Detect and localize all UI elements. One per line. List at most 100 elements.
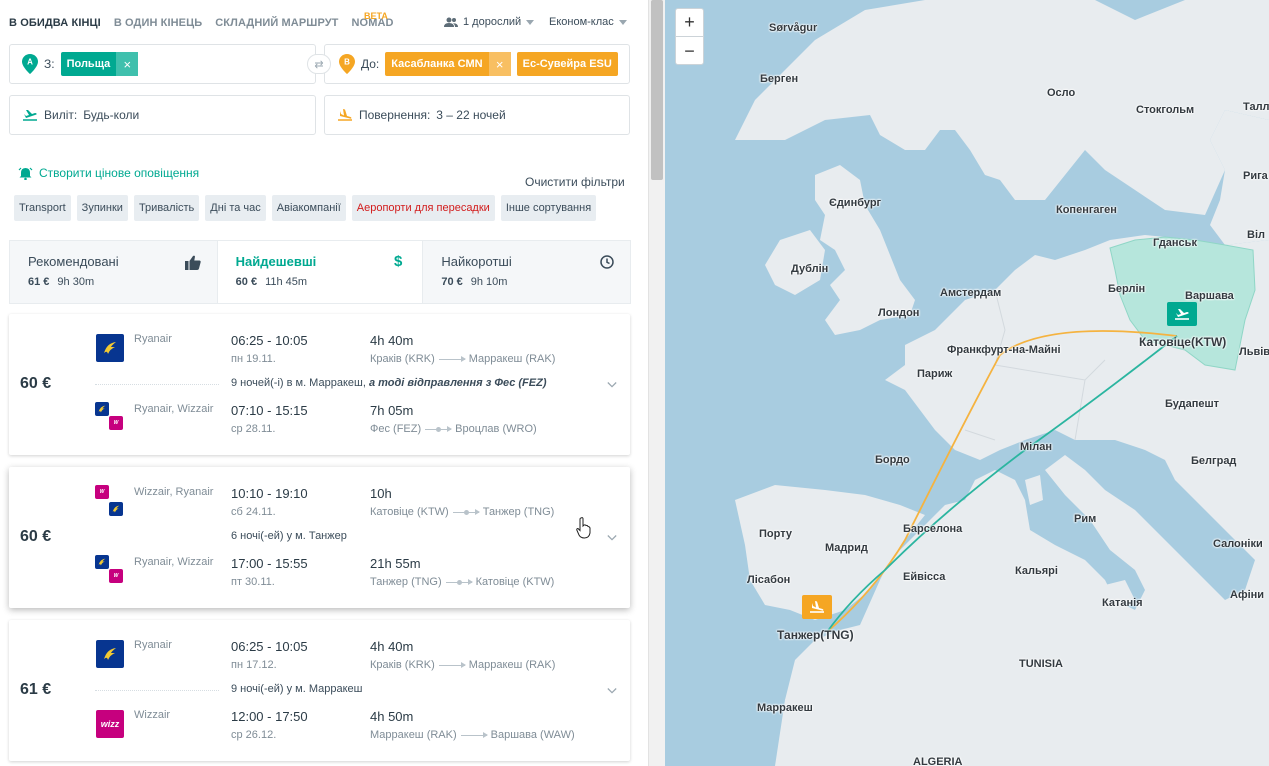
- route-arrow-icon: [438, 661, 466, 668]
- destination-field[interactable]: B До: Касабланка CMN × Ес-Сувейра ESU: [324, 44, 630, 84]
- flight-route: Краків (KRK) Марракеш (RAK): [370, 353, 555, 365]
- sort-price: 70 €: [441, 276, 463, 288]
- chevron-down-icon: [618, 19, 627, 25]
- cabin-class-value: Економ-клас: [549, 16, 614, 28]
- wizzair-logo-icon: W: [95, 485, 109, 499]
- flight-route: Марракеш (RAK) Варшава (WAW): [370, 729, 575, 741]
- filter-layover-airports[interactable]: Аеропорти для пересадки: [351, 195, 495, 221]
- result-card[interactable]: 60 € Ryanair 06:25 - 10:05 пн 19.11. 4h …: [9, 314, 630, 455]
- tab-multi-city[interactable]: Складний маршрут: [215, 17, 338, 29]
- swap-button[interactable]: ⇄: [307, 54, 331, 74]
- departure-field[interactable]: Виліт: Будь-коли: [9, 95, 316, 135]
- passengers-select[interactable]: 1 дорослий: [444, 16, 535, 28]
- plane-takeoff-icon: [23, 110, 37, 121]
- route-arrow-stop-icon: [425, 425, 453, 432]
- result-price: 60 €: [20, 375, 52, 392]
- map-city-label: Гданськ: [1153, 237, 1197, 249]
- flight-date: пт 30.11.: [231, 576, 275, 588]
- flight-route: Краків (KRK) Марракеш (RAK): [370, 659, 555, 671]
- map-city-label: Sørvågur: [769, 22, 818, 34]
- result-card[interactable]: 60 € W Wizzair, Ryanair 10:10 - 19:10 сб…: [9, 467, 630, 608]
- thumbs-up-icon: [184, 255, 201, 270]
- trip-mode-tabs: В обидва кінці В один кінець Складний ма…: [9, 17, 394, 29]
- sort-tab-recommended[interactable]: Рекомендовані 61 €9h 30m: [10, 241, 217, 303]
- origin-field[interactable]: A З: Польща ×: [9, 44, 316, 84]
- filter-duration[interactable]: Тривалість: [133, 195, 200, 221]
- plane-landing-icon: [338, 109, 352, 121]
- filter-stops[interactable]: Зупинки: [76, 195, 128, 221]
- flight-duration: 4h 40m: [370, 639, 414, 654]
- filter-days-time[interactable]: Дні та час: [205, 195, 266, 221]
- map-city-label: Львів: [1239, 346, 1269, 358]
- stay-info: 6 ночі(-ей) у м. Танжер: [231, 530, 347, 542]
- zoom-out-button[interactable]: −: [676, 37, 703, 65]
- flight-duration: 4h 50m: [370, 709, 414, 724]
- sort-tab-shortest[interactable]: Найкоротші 70 €9h 10m: [423, 241, 630, 303]
- passengers-value: 1 дорослий: [463, 16, 522, 28]
- origin-chip: Польща ×: [60, 52, 139, 76]
- map-city-label: Варшава: [1185, 290, 1234, 302]
- map-city-label: Лондон: [878, 307, 920, 319]
- origin-map-marker[interactable]: [1167, 302, 1197, 326]
- chevron-down-icon[interactable]: [607, 533, 617, 543]
- destination-map-marker[interactable]: [802, 595, 832, 619]
- route-to: Катовіце (KTW): [475, 576, 555, 588]
- chevron-down-icon[interactable]: [607, 686, 617, 696]
- airline-logos: W: [95, 555, 125, 587]
- cabin-class-select[interactable]: Економ-клас: [549, 16, 627, 28]
- airline-logos: wizz: [95, 708, 125, 740]
- map-city-label: Франкфурт-на-Майні: [947, 344, 1061, 356]
- wizzair-logo-icon: W: [109, 416, 123, 430]
- flight-duration: 10h: [370, 486, 392, 501]
- return-segment: W Ryanair, Wizzair 17:00 - 15:55 пт 30.1…: [95, 555, 615, 595]
- close-icon[interactable]: ×: [116, 52, 139, 76]
- route-from: Танжер (TNG): [370, 576, 442, 588]
- route-from: Марракеш (RAK): [370, 729, 457, 741]
- flight-times: 06:25 - 10:05: [231, 639, 308, 654]
- airline-name: Wizzair: [134, 709, 171, 721]
- route-map[interactable]: + − Sørvågur Берген Осло Стокгольм Талл …: [665, 0, 1269, 766]
- pin-b-icon: B: [339, 54, 355, 74]
- sort-tab-cheapest[interactable]: Найдешевші 60 €11h 45m $: [216, 241, 424, 303]
- flight-route: Катовіце (KTW) Танжер (TNG): [370, 506, 554, 518]
- flight-route: Фес (FEZ) Вроцлав (WRO): [370, 423, 537, 435]
- route-to: Марракеш (RAK): [468, 659, 556, 671]
- map-city-label: Катанія: [1102, 597, 1143, 609]
- stay-text: 9 ночей(-і) в м. Марракеш,: [231, 377, 366, 389]
- tab-one-way[interactable]: В один кінець: [114, 17, 202, 29]
- stay-info: 9 ночей(-і) в м. Марракеш, а тоді відпра…: [231, 377, 547, 389]
- chevron-down-icon[interactable]: [607, 380, 617, 390]
- results-scrollbar[interactable]: [648, 0, 665, 766]
- flight-duration: 21h 55m: [370, 556, 421, 571]
- map-city-label: Афіни: [1230, 589, 1265, 601]
- map-city-label: Віл: [1247, 229, 1265, 241]
- route-from: Краків (KRK): [370, 659, 435, 671]
- zoom-in-button[interactable]: +: [676, 9, 703, 37]
- map-city-label: Париж: [917, 368, 953, 380]
- chevron-down-icon: [526, 19, 535, 25]
- map-city-label: ALGERIA: [913, 756, 963, 766]
- price-alert-link[interactable]: Створити цінове оповіщення: [18, 166, 199, 180]
- airline-name: Ryanair, Wizzair: [134, 403, 214, 415]
- clock-icon: [600, 255, 614, 269]
- map-city-label: Кальярі: [1015, 565, 1058, 577]
- clear-filters-link[interactable]: Очистити фільтри: [525, 175, 625, 189]
- sort-duration: 9h 10m: [470, 276, 508, 288]
- filter-other-sort[interactable]: Інше сортування: [500, 195, 597, 221]
- scrollbar-thumb[interactable]: [651, 0, 663, 180]
- divider: [95, 384, 219, 385]
- airline-logos: [95, 638, 125, 670]
- airline-logos: W: [95, 402, 125, 434]
- result-card[interactable]: 61 € Ryanair 06:25 - 10:05 пн 17.12. 4h …: [9, 620, 630, 761]
- pin-a-icon: A: [22, 54, 38, 74]
- return-field[interactable]: Повернення: 3 – 22 ночей: [324, 95, 630, 135]
- filter-airlines[interactable]: Авіакомпанії: [271, 195, 346, 221]
- close-icon[interactable]: ×: [488, 52, 511, 76]
- hand-cursor-icon: [576, 517, 591, 539]
- result-price: 61 €: [20, 681, 52, 698]
- filter-bar: Transport Зупинки Тривалість Дні та час …: [14, 195, 597, 221]
- map-city-label: Танжер(TNG): [777, 628, 854, 642]
- tab-round-trip[interactable]: В обидва кінці: [9, 17, 101, 29]
- destination-label: До:: [361, 57, 380, 71]
- filter-transport[interactable]: Transport: [14, 195, 71, 221]
